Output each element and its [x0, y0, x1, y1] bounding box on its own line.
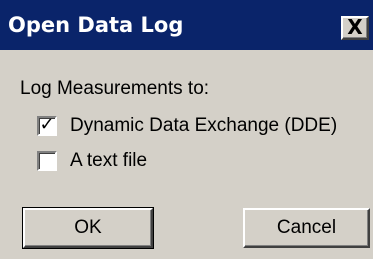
text-file-option[interactable]: A text file: [37, 150, 147, 172]
dde-option[interactable]: ✓ Dynamic Data Exchange (DDE): [37, 115, 337, 137]
open-data-log-dialog: Open Data Log X Log Measurements to: ✓ D…: [0, 0, 373, 259]
close-button[interactable]: X: [341, 16, 369, 40]
checkmark-icon: ✓: [39, 114, 55, 135]
dde-option-label[interactable]: Dynamic Data Exchange (DDE): [70, 115, 337, 137]
log-destination-label: Log Measurements to:: [20, 78, 210, 99]
cancel-button[interactable]: Cancel: [243, 208, 370, 248]
dde-checkbox[interactable]: ✓: [37, 114, 57, 136]
title-bar[interactable]: Open Data Log X: [0, 0, 373, 50]
text-file-checkbox[interactable]: [37, 151, 57, 171]
close-icon: X: [347, 15, 363, 39]
dialog-title: Open Data Log: [8, 13, 184, 37]
text-file-option-label[interactable]: A text file: [70, 150, 147, 172]
ok-button[interactable]: OK: [22, 207, 154, 249]
